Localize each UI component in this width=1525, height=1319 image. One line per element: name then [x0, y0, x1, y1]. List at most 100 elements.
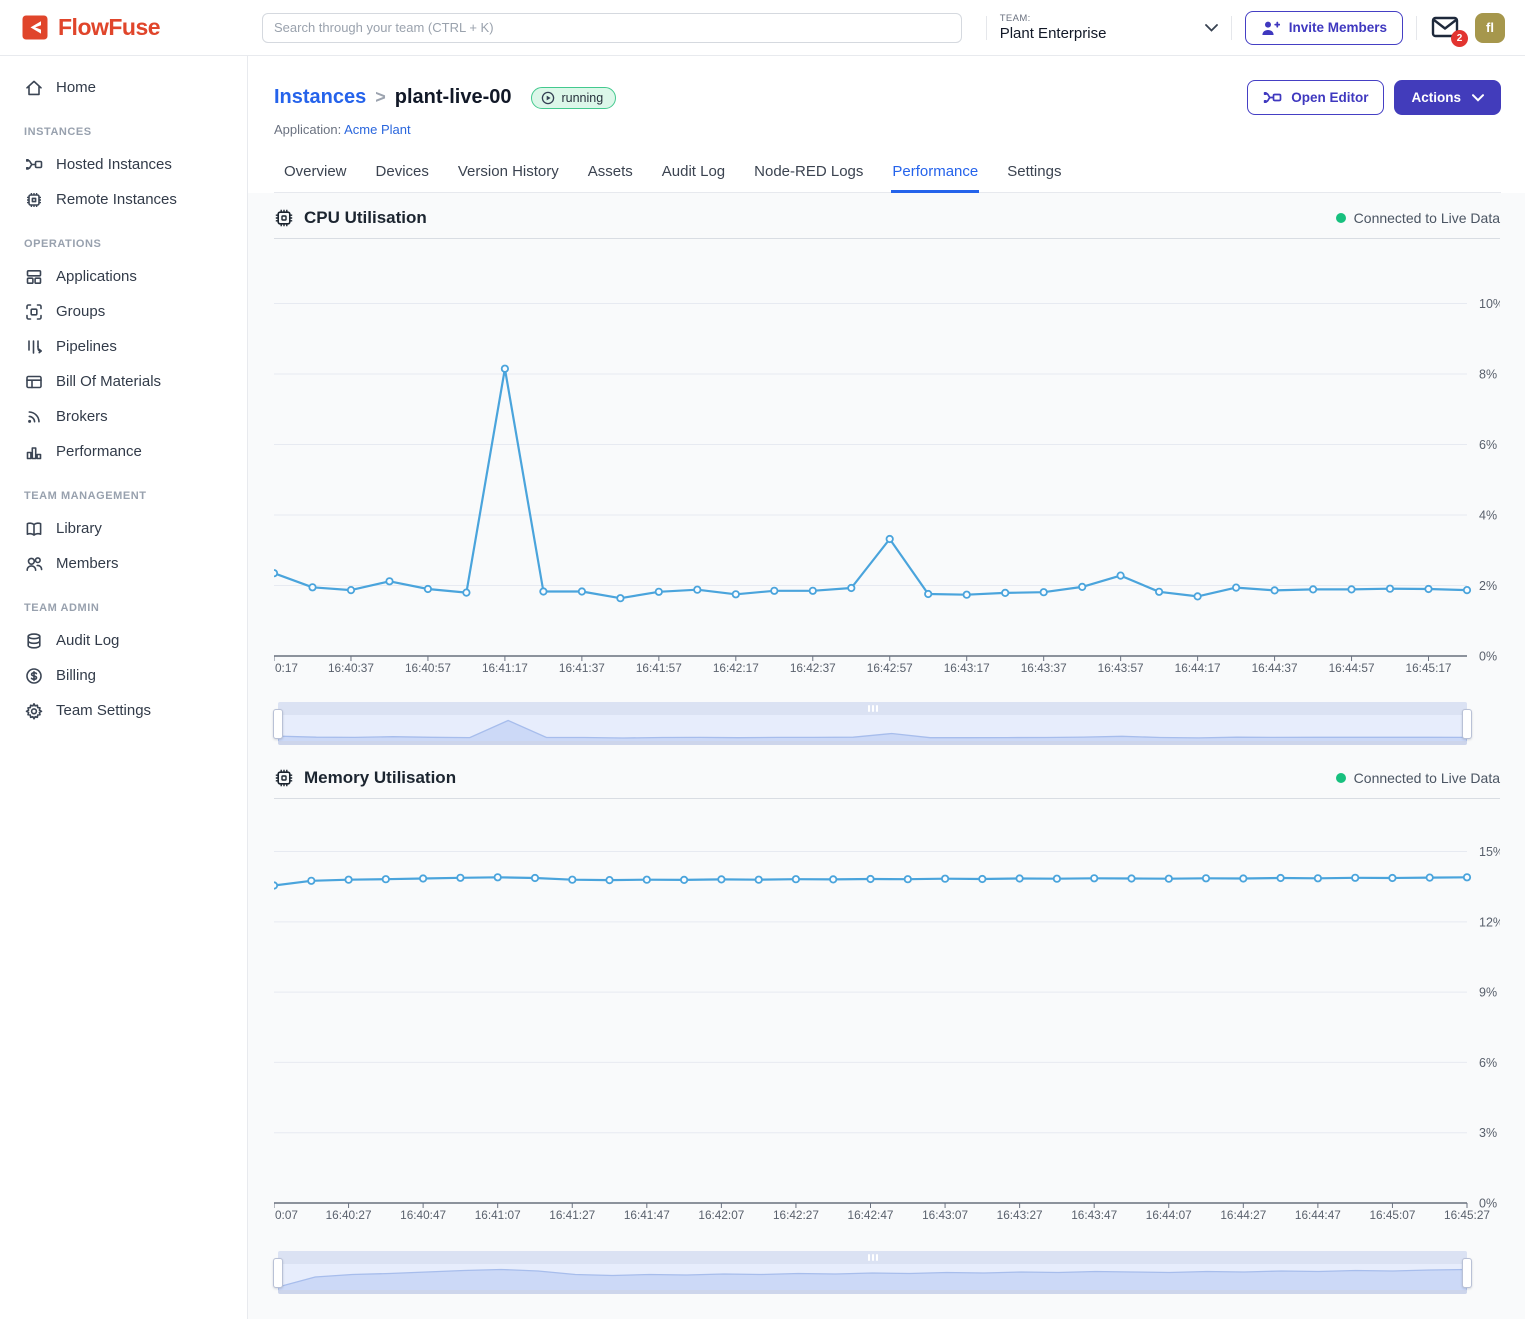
- svg-text:16:41:27: 16:41:27: [549, 1208, 595, 1222]
- avatar[interactable]: fl: [1475, 13, 1505, 43]
- tab-version-history[interactable]: Version History: [457, 154, 560, 193]
- svg-text:12%: 12%: [1479, 915, 1500, 929]
- open-editor-button[interactable]: Open Editor: [1247, 80, 1384, 115]
- cpu-navigator-right-handle[interactable]: [1462, 709, 1472, 739]
- application-label: Application:: [274, 122, 341, 137]
- svg-text:16:45:17: 16:45:17: [1406, 661, 1452, 675]
- svg-text:3%: 3%: [1479, 1126, 1497, 1140]
- svg-text:6%: 6%: [1479, 438, 1497, 452]
- actions-button[interactable]: Actions: [1394, 80, 1501, 115]
- sidebar-item-library[interactable]: Library: [0, 511, 247, 546]
- sidebar-section-operations: OPERATIONS: [0, 217, 247, 259]
- drag-grip-icon[interactable]: [868, 1254, 878, 1261]
- cpu-section-header: CPU Utilisation Connected to Live Data: [274, 193, 1500, 239]
- sidebar-item-label: Team Settings: [56, 702, 151, 719]
- memory-navigator-shadow[interactable]: [278, 1264, 1467, 1290]
- cpu-navigator-shadow[interactable]: [278, 715, 1467, 741]
- sidebar-item-audit-log[interactable]: Audit Log: [0, 623, 247, 658]
- svg-text:16:44:57: 16:44:57: [1329, 661, 1375, 675]
- performance-icon: [24, 442, 44, 462]
- actions-label: Actions: [1411, 90, 1461, 105]
- application-link[interactable]: Acme Plant: [344, 122, 410, 137]
- svg-text:16:44:17: 16:44:17: [1175, 661, 1221, 675]
- sidebar-item-label: Remote Instances: [56, 191, 177, 208]
- sidebar-item-label: Groups: [56, 303, 105, 320]
- cpu-navigator-left-handle[interactable]: [273, 709, 283, 739]
- tab-overview[interactable]: Overview: [283, 154, 348, 193]
- memory-chart-navigator[interactable]: [278, 1251, 1467, 1294]
- invite-members-button[interactable]: Invite Members: [1245, 11, 1403, 45]
- sidebar-item-hosted-instances[interactable]: Hosted Instances: [0, 147, 247, 182]
- sidebar-item-remote-instances[interactable]: Remote Instances: [0, 182, 247, 217]
- sidebar-item-brokers[interactable]: Brokers: [0, 399, 247, 434]
- svg-text:16:45:07: 16:45:07: [1369, 1208, 1415, 1222]
- tab-assets[interactable]: Assets: [587, 154, 634, 193]
- sidebar-section-team-management: TEAM MANAGEMENT: [0, 469, 247, 511]
- search-input[interactable]: [262, 13, 962, 43]
- svg-text:16:40:47: 16:40:47: [400, 1208, 446, 1222]
- node-editor-icon: [1263, 90, 1282, 105]
- sidebar-item-members[interactable]: Members: [0, 546, 247, 581]
- divider: [986, 16, 987, 40]
- sidebar-item-pipelines[interactable]: Pipelines: [0, 329, 247, 364]
- sidebar-item-label: Hosted Instances: [56, 156, 172, 173]
- sidebar-item-label: Pipelines: [56, 338, 117, 355]
- memory-chart-plot[interactable]: 0%3%6%9%12%15%0:0716:40:2716:40:4716:41:…: [274, 799, 1500, 1228]
- team-settings-icon: [24, 701, 44, 721]
- tab-performance[interactable]: Performance: [891, 154, 979, 193]
- status-badge: running: [531, 87, 616, 109]
- open-editor-label: Open Editor: [1291, 90, 1368, 105]
- cpu-chart-plot[interactable]: 0%2%4%6%8%10%0:1716:40:3716:40:5716:41:1…: [274, 239, 1500, 679]
- svg-text:16:43:47: 16:43:47: [1071, 1208, 1117, 1222]
- breadcrumb: Instances > plant-live-00 running: [274, 80, 1501, 115]
- groups-icon: [24, 302, 44, 322]
- person-plus-icon: [1261, 20, 1280, 36]
- bill-of-materials-icon: [24, 372, 44, 392]
- memory-section-header: Memory Utilisation Connected to Live Dat…: [274, 753, 1500, 799]
- sidebar-item-applications[interactable]: Applications: [0, 259, 247, 294]
- tab-settings[interactable]: Settings: [1006, 154, 1062, 193]
- breadcrumb-instances-link[interactable]: Instances: [274, 86, 366, 109]
- billing-icon: [24, 666, 44, 686]
- sidebar-item-label: Library: [56, 520, 102, 537]
- tab-devices[interactable]: Devices: [375, 154, 430, 193]
- sidebar-item-home[interactable]: Home: [0, 70, 247, 105]
- sidebar-item-team-settings[interactable]: Team Settings: [0, 693, 247, 728]
- sidebar-item-performance[interactable]: Performance: [0, 434, 247, 469]
- svg-text:16:40:57: 16:40:57: [405, 661, 451, 675]
- sidebar-item-bill-of-materials[interactable]: Bill Of Materials: [0, 364, 247, 399]
- live-status-dot: [1336, 773, 1346, 783]
- notifications-button[interactable]: 2: [1430, 14, 1462, 42]
- cpu-chart-navigator[interactable]: [278, 702, 1467, 745]
- memory-navigator-base: [278, 1290, 1467, 1294]
- svg-text:16:43:57: 16:43:57: [1098, 661, 1144, 675]
- drag-grip-icon[interactable]: [868, 705, 878, 712]
- members-icon: [24, 554, 44, 574]
- flowfuse-logo-icon: [22, 14, 49, 41]
- cpu-navigator-base: [278, 741, 1467, 745]
- divider: [1416, 16, 1417, 40]
- sidebar-item-billing[interactable]: Billing: [0, 658, 247, 693]
- flowfuse-logo[interactable]: FlowFuse: [0, 14, 248, 41]
- sidebar-item-label: Bill Of Materials: [56, 373, 161, 390]
- memory-navigator-left-handle[interactable]: [273, 1258, 283, 1288]
- sidebar-item-label: Home: [56, 79, 96, 96]
- logo-text: FlowFuse: [58, 14, 160, 41]
- svg-text:9%: 9%: [1479, 986, 1497, 1000]
- sidebar-section-instances: INSTANCES: [0, 105, 247, 147]
- svg-text:16:42:27: 16:42:27: [773, 1208, 819, 1222]
- memory-navigator-right-handle[interactable]: [1462, 1258, 1472, 1288]
- sidebar-item-groups[interactable]: Groups: [0, 294, 247, 329]
- tab-node-red-logs[interactable]: Node-RED Logs: [753, 154, 864, 193]
- cpu-chart-title: CPU Utilisation: [304, 208, 427, 228]
- team-selector[interactable]: TEAM: Plant Enterprise: [1000, 13, 1218, 42]
- svg-text:0:17: 0:17: [275, 661, 298, 675]
- invite-members-label: Invite Members: [1289, 20, 1387, 35]
- tab-audit-log[interactable]: Audit Log: [661, 154, 726, 193]
- sidebar-item-label: Brokers: [56, 408, 108, 425]
- cpu-live-status-label: Connected to Live Data: [1354, 210, 1500, 226]
- sidebar-section-team-admin: TEAM ADMIN: [0, 581, 247, 623]
- memory-navigator-track[interactable]: [278, 1251, 1467, 1264]
- cpu-navigator-track[interactable]: [278, 702, 1467, 715]
- svg-text:16:41:57: 16:41:57: [636, 661, 682, 675]
